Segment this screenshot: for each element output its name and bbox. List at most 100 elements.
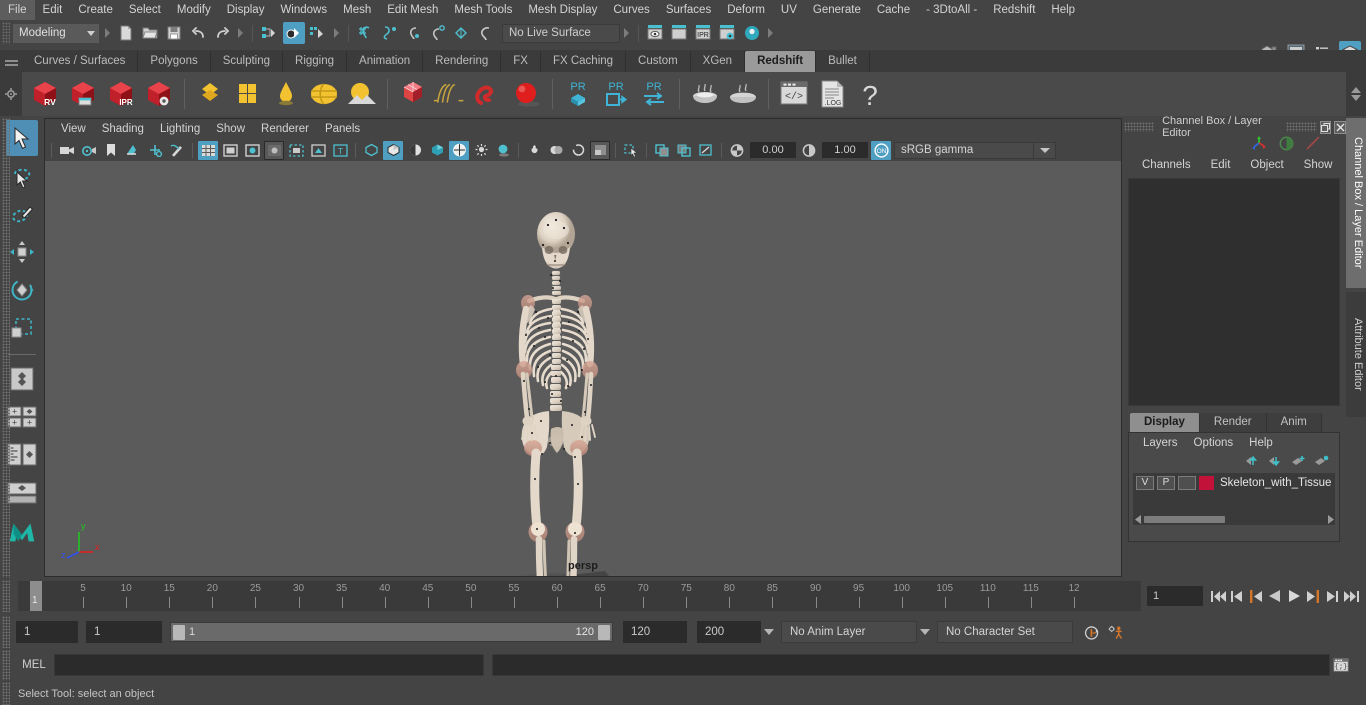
shelf-redshift-proxy-transfer[interactable]: PR xyxy=(635,74,673,114)
statusline-collapse-4[interactable] xyxy=(622,22,631,44)
persp-graph-layout[interactable] xyxy=(6,437,38,473)
shelf-tab-rigging[interactable]: Rigging xyxy=(283,51,348,72)
layer-color-swatch[interactable] xyxy=(1199,475,1214,490)
ambient-occlusion-icon[interactable] xyxy=(524,141,544,160)
layer-list[interactable]: V P Skeleton_with_Tissue xyxy=(1133,473,1335,525)
gate-mask-icon[interactable] xyxy=(264,140,284,160)
menu-3dtoall[interactable]: - 3DtoAll - xyxy=(918,0,985,20)
menu-edit-mesh[interactable]: Edit Mesh xyxy=(379,0,446,20)
side-tab-attribute-editor[interactable]: Attribute Editor xyxy=(1346,292,1366,417)
scale-tool[interactable] xyxy=(6,310,38,346)
menu-file[interactable]: File xyxy=(0,0,35,20)
shelf-tab-xgen[interactable]: XGen xyxy=(690,51,746,72)
four-view-layout[interactable] xyxy=(6,361,38,397)
layer-visibility-toggle[interactable]: V xyxy=(1136,475,1154,490)
shelf-scroll-down-icon[interactable] xyxy=(1351,95,1361,101)
shelf-redshift-proxy[interactable] xyxy=(394,74,432,114)
step-forward-key-button[interactable] xyxy=(1304,585,1322,607)
shelf-redshift-render-view[interactable]: RV xyxy=(26,74,64,114)
select-by-component-icon[interactable] xyxy=(307,22,329,44)
new-layer-from-selected-icon[interactable] xyxy=(1314,455,1329,470)
channel-box-menu-show[interactable]: Show xyxy=(1294,154,1343,176)
move-tool[interactable] xyxy=(6,234,38,270)
lasso-select-tool[interactable] xyxy=(6,158,38,194)
open-scene-icon[interactable] xyxy=(139,22,161,44)
snap-to-view-plane-icon[interactable] xyxy=(451,22,473,44)
two-d-pan-zoom-icon[interactable] xyxy=(145,141,165,160)
make-live-icon[interactable] xyxy=(475,22,497,44)
toolbox-grip[interactable] xyxy=(2,118,10,578)
select-by-object-icon[interactable] xyxy=(283,22,305,44)
menu-mesh-display[interactable]: Mesh Display xyxy=(520,0,605,20)
smooth-shade-all-icon[interactable] xyxy=(383,140,403,160)
layer-name[interactable]: Skeleton_with_Tissue xyxy=(1220,477,1331,489)
command-language-label[interactable]: MEL xyxy=(14,659,54,671)
exposure-field[interactable]: 0.00 xyxy=(750,142,796,158)
grease-pencil-icon[interactable] xyxy=(167,141,187,160)
film-gate-icon[interactable] xyxy=(220,141,240,160)
panel-grip-left[interactable] xyxy=(1124,122,1155,132)
shelf-redshift-proxy-export[interactable]: PR xyxy=(559,74,597,114)
menu-mesh[interactable]: Mesh xyxy=(335,0,379,20)
shelf-tab-fx-caching[interactable]: FX Caching xyxy=(540,51,627,72)
shelf-redshift-proxy-output[interactable]: PR xyxy=(597,74,635,114)
anim-start-field[interactable]: 1 xyxy=(16,621,78,643)
shelf-tab-rendering[interactable]: Rendering xyxy=(423,51,502,72)
menu-uv[interactable]: UV xyxy=(773,0,805,20)
undock-icon[interactable] xyxy=(1319,120,1332,134)
rotate-tool[interactable] xyxy=(6,272,38,308)
step-forward-frame-button[interactable] xyxy=(1323,585,1341,607)
viewport-menu-shading[interactable]: Shading xyxy=(94,119,152,139)
shelf-redshift-help[interactable]: ? xyxy=(851,74,889,114)
viewport-menu-lighting[interactable]: Lighting xyxy=(152,119,208,139)
menu-help[interactable]: Help xyxy=(1043,0,1083,20)
play-forwards-button[interactable] xyxy=(1285,585,1303,607)
shelf-scroll-up-icon[interactable] xyxy=(1351,87,1361,93)
shelf-redshift-material-blender[interactable] xyxy=(229,74,267,114)
display-layer-icon[interactable] xyxy=(674,141,694,160)
go-to-start-button[interactable] xyxy=(1209,585,1227,607)
anim-layer-dropdown[interactable]: No Anim Layer xyxy=(781,621,917,643)
help-line-grip[interactable] xyxy=(2,682,10,705)
viewport-3d-view[interactable]: y x z persp xyxy=(45,161,1121,576)
shelf-handle[interactable] xyxy=(0,50,22,72)
modeling-toolkit-icon[interactable] xyxy=(1305,136,1322,154)
go-to-end-button[interactable] xyxy=(1342,585,1360,607)
side-tab-channel-box[interactable]: Channel Box / Layer Editor xyxy=(1346,118,1366,288)
color-management-icon[interactable]: ON xyxy=(871,140,891,160)
shelf-tab-bullet[interactable]: Bullet xyxy=(816,51,870,72)
undo-icon[interactable] xyxy=(187,22,209,44)
channel-box-menu-channels[interactable]: Channels xyxy=(1132,154,1201,176)
animation-preferences-icon[interactable] xyxy=(1107,621,1125,643)
shaded-wireframe-icon[interactable] xyxy=(405,141,425,160)
viewport-menu-panels[interactable]: Panels xyxy=(317,119,368,139)
exposure-icon[interactable] xyxy=(727,141,747,160)
statusline-collapse-5[interactable] xyxy=(766,22,775,44)
shelf-tab-animation[interactable]: Animation xyxy=(347,51,424,72)
xray-joints-icon[interactable]: T xyxy=(330,141,350,160)
shelf-redshift-incandescent[interactable] xyxy=(267,74,305,114)
menu-set-selector[interactable]: Modeling xyxy=(13,23,99,43)
camera-attributes-icon[interactable] xyxy=(79,141,99,160)
range-slider-grip[interactable] xyxy=(2,616,10,648)
menu-mesh-tools[interactable]: Mesh Tools xyxy=(446,0,520,20)
playback-options-arrow[interactable] xyxy=(761,621,777,643)
menu-edit[interactable]: Edit xyxy=(35,0,71,20)
shelf-options-gear-icon[interactable] xyxy=(0,87,22,101)
range-bar-right-grip[interactable] xyxy=(598,624,610,640)
layer-playback-toggle[interactable]: P xyxy=(1157,475,1175,490)
grid-toggle-icon[interactable] xyxy=(198,140,218,160)
shelf-redshift-hair[interactable] xyxy=(432,74,470,114)
redo-icon[interactable] xyxy=(211,22,233,44)
shelf-scroll-controls[interactable] xyxy=(1346,72,1366,116)
time-slider-grip[interactable] xyxy=(2,580,10,612)
step-back-key-button[interactable] xyxy=(1247,585,1265,607)
menu-create[interactable]: Create xyxy=(70,0,121,20)
snap-to-grid-icon[interactable] xyxy=(355,22,377,44)
render-sequence-icon[interactable] xyxy=(669,22,691,44)
menu-generate[interactable]: Generate xyxy=(805,0,869,20)
shadows-icon[interactable] xyxy=(493,141,513,160)
shelf-redshift-ipr[interactable]: IPR xyxy=(102,74,140,114)
command-result-field[interactable] xyxy=(492,654,1330,676)
shelf-redshift-render-sequence[interactable] xyxy=(64,74,102,114)
